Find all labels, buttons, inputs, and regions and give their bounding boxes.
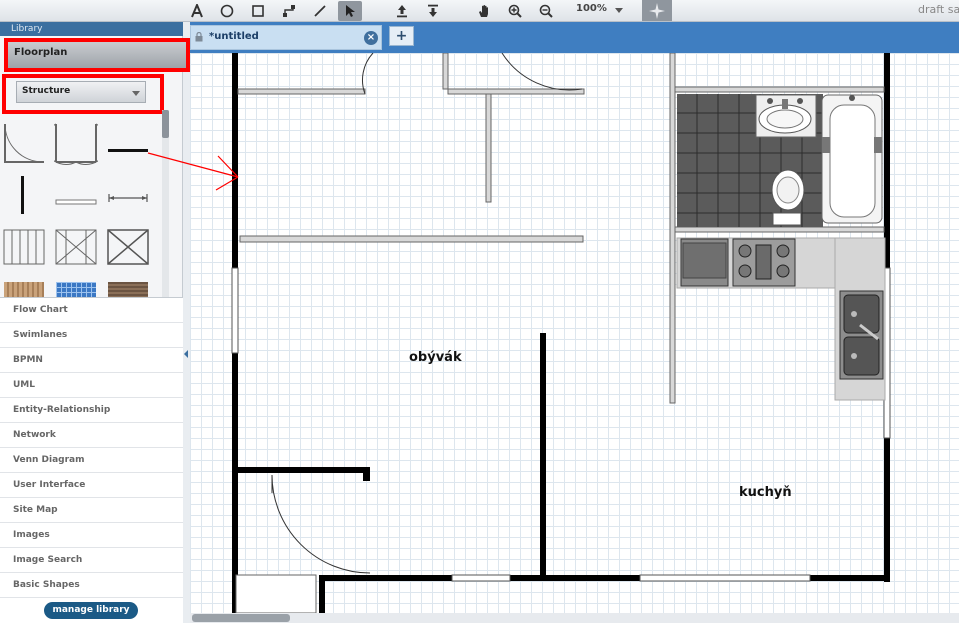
app-window: 100% draft sa Library Floorplan Structur… <box>0 0 959 623</box>
annotation-arrow <box>147 152 239 178</box>
annotation-overlay <box>147 152 239 191</box>
arrow-head-icon <box>215 155 239 191</box>
